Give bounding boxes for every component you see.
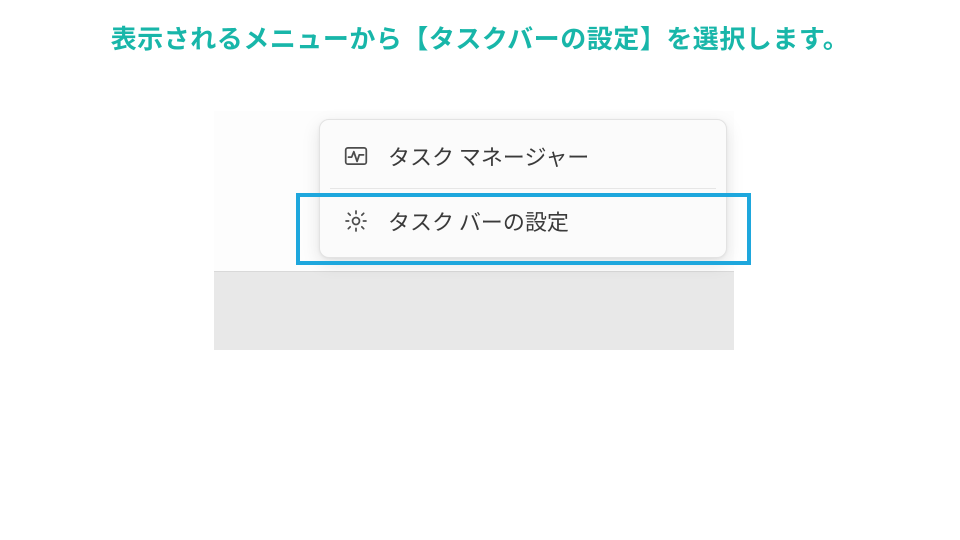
instruction-text: 表示されるメニューから【タスクバーの設定】を選択します。 — [0, 0, 960, 58]
gear-icon — [342, 207, 370, 235]
screenshot-taskbar-region — [214, 271, 734, 350]
menu-item-taskbar-settings[interactable]: タスク バーの設定 — [324, 191, 722, 251]
screenshot-area: タスク マネージャー タスク バーの設定 — [214, 110, 734, 350]
menu-item-task-manager[interactable]: タスク マネージャー — [324, 126, 722, 186]
menu-item-label: タスク マネージャー — [388, 140, 589, 172]
taskbar-context-menu: タスク マネージャー タスク バーの設定 — [319, 119, 727, 258]
activity-icon — [342, 142, 370, 170]
menu-item-label: タスク バーの設定 — [388, 205, 569, 237]
menu-divider — [330, 188, 716, 189]
